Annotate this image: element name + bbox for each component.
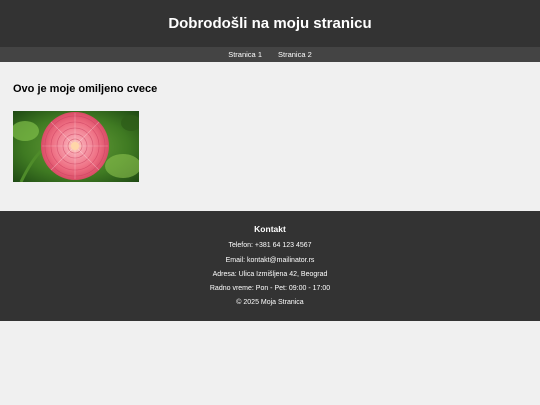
footer-address: Adresa: Ulica Izmišljena 42, Beograd [212,271,328,278]
site-footer: Kontakt Telefon: +381 64 123 4567 Email:… [0,211,540,321]
footer-copyright: © 2025 Moja Stranica [236,299,304,306]
nav-link-stranica-2[interactable]: Stranica 2 [278,50,312,59]
footer-phone: Telefon: +381 64 123 4567 [228,242,312,249]
footer-email: Email: kontakt@mailinator.rs [225,257,315,264]
section-heading: Ovo je moje omiljeno cvece [13,83,158,95]
main-content: Ovo je moje omiljeno cvece [0,62,540,211]
footer-heading: Kontakt [254,224,286,234]
top-nav: Stranica 1 Stranica 2 [0,47,540,62]
site-header: Dobrodošli na moju stranicu [0,0,540,47]
nav-link-stranica-1[interactable]: Stranica 1 [228,50,262,59]
footer-hours: Radno vreme: Pon - Pet: 09:00 - 17:00 [209,285,331,292]
flower-image [13,111,139,182]
page-title: Dobrodošli na moju stranicu [168,15,372,32]
